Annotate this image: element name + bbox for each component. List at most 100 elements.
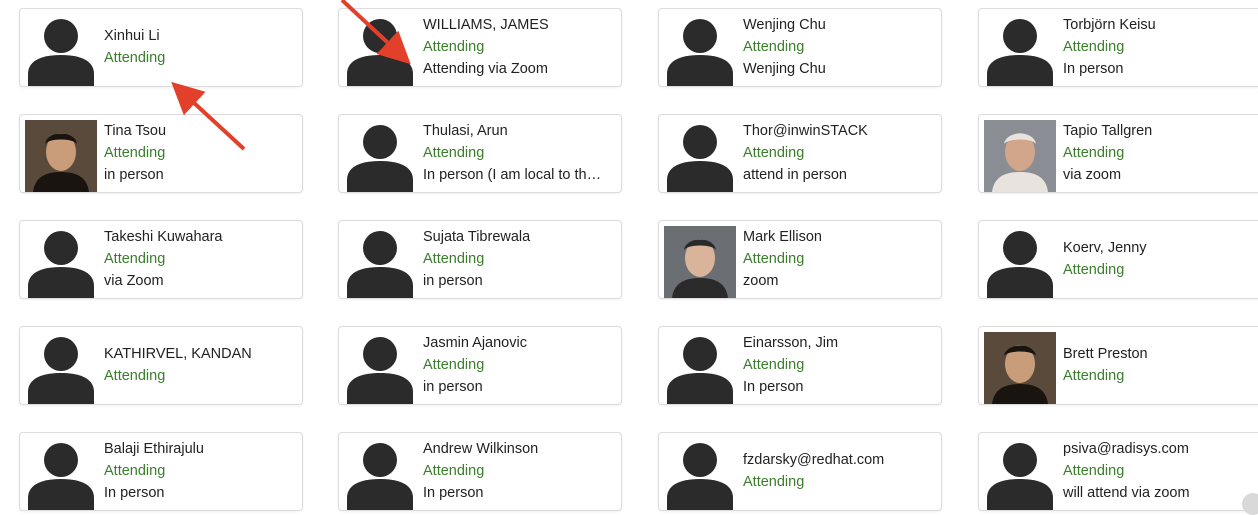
attendee-name: Einarsson, Jim bbox=[743, 334, 935, 353]
attendee-grid: Xinhui Li Attending WILLIAMS, JAMES Atte… bbox=[0, 0, 1258, 509]
avatar-photo bbox=[25, 120, 97, 192]
attendee-card[interactable]: Wenjing Chu Attending Wenjing Chu bbox=[658, 8, 942, 87]
attendee-name: WILLIAMS, JAMES bbox=[423, 16, 615, 35]
attendee-note: in person bbox=[423, 378, 615, 397]
attendee-name: Wenjing Chu bbox=[743, 16, 935, 35]
attendee-name: fzdarsky@redhat.com bbox=[743, 451, 935, 470]
attendee-status: Attending bbox=[104, 144, 296, 163]
attendee-note: Wenjing Chu bbox=[743, 60, 935, 79]
attendee-card[interactable]: Torbjörn Keisu Attending In person bbox=[978, 8, 1258, 87]
attendee-card[interactable]: psiva@radisys.com Attending will attend … bbox=[978, 432, 1258, 511]
attendee-card[interactable]: Brett Preston Attending bbox=[978, 326, 1258, 405]
avatar-photo bbox=[664, 226, 736, 298]
attendee-info: psiva@radisys.com Attending will attend … bbox=[1063, 433, 1255, 510]
attendee-card[interactable]: Xinhui Li Attending bbox=[19, 8, 303, 87]
attendee-info: Balaji Ethirajulu Attending In person bbox=[104, 433, 296, 510]
attendee-note: In person bbox=[423, 484, 615, 503]
attendee-note: via zoom bbox=[1063, 166, 1255, 185]
attendee-note: Attending via Zoom bbox=[423, 60, 615, 79]
attendee-note: will attend via zoom bbox=[1063, 484, 1255, 503]
attendee-info: Takeshi Kuwahara Attending via Zoom bbox=[104, 221, 296, 298]
scroll-indicator[interactable] bbox=[1242, 493, 1258, 515]
attendee-card[interactable]: Mark Ellison Attending zoom bbox=[658, 220, 942, 299]
avatar-silhouette-icon bbox=[25, 14, 97, 86]
attendee-card[interactable]: KATHIRVEL, KANDAN Attending bbox=[19, 326, 303, 405]
attendee-name: KATHIRVEL, KANDAN bbox=[104, 345, 296, 364]
avatar-silhouette-icon bbox=[984, 14, 1056, 86]
attendee-note: zoom bbox=[743, 272, 935, 291]
attendee-status: Attending bbox=[1063, 367, 1255, 386]
attendee-status: Attending bbox=[423, 38, 615, 57]
avatar-silhouette-icon bbox=[664, 332, 736, 404]
attendee-info: Mark Ellison Attending zoom bbox=[743, 221, 935, 298]
attendee-name: Sujata Tibrewala bbox=[423, 228, 615, 247]
attendee-name: Koerv, Jenny bbox=[1063, 239, 1255, 258]
attendee-card[interactable]: Tapio Tallgren Attending via zoom bbox=[978, 114, 1258, 193]
avatar-silhouette-icon bbox=[664, 438, 736, 510]
attendee-card[interactable]: Andrew Wilkinson Attending In person bbox=[338, 432, 622, 511]
attendee-name: Brett Preston bbox=[1063, 345, 1255, 364]
attendee-card[interactable]: Sujata Tibrewala Attending in person bbox=[338, 220, 622, 299]
attendee-status: Attending bbox=[104, 250, 296, 269]
attendee-status: Attending bbox=[1063, 144, 1255, 163]
attendee-name: Andrew Wilkinson bbox=[423, 440, 615, 459]
attendee-info: Koerv, Jenny Attending bbox=[1063, 221, 1255, 298]
attendee-info: Wenjing Chu Attending Wenjing Chu bbox=[743, 9, 935, 86]
attendee-name: Torbjörn Keisu bbox=[1063, 16, 1255, 35]
attendee-name: Tina Tsou bbox=[104, 122, 296, 141]
attendee-status: Attending bbox=[1063, 38, 1255, 57]
avatar-silhouette-icon bbox=[25, 438, 97, 510]
attendee-name: Jasmin Ajanovic bbox=[423, 334, 615, 353]
attendee-card[interactable]: Balaji Ethirajulu Attending In person bbox=[19, 432, 303, 511]
avatar-silhouette-icon bbox=[344, 226, 416, 298]
attendee-status: Attending bbox=[1063, 261, 1255, 280]
avatar-silhouette-icon bbox=[344, 120, 416, 192]
avatar-photo bbox=[984, 332, 1056, 404]
attendee-card[interactable]: Koerv, Jenny Attending bbox=[978, 220, 1258, 299]
attendee-status: Attending bbox=[423, 356, 615, 375]
avatar-silhouette-icon bbox=[664, 120, 736, 192]
avatar-silhouette-icon bbox=[344, 332, 416, 404]
attendee-info: Tapio Tallgren Attending via zoom bbox=[1063, 115, 1255, 192]
attendee-card[interactable]: Thulasi, Arun Attending In person (I am … bbox=[338, 114, 622, 193]
attendee-card[interactable]: WILLIAMS, JAMES Attending Attending via … bbox=[338, 8, 622, 87]
avatar-silhouette-icon bbox=[344, 438, 416, 510]
avatar-photo bbox=[984, 120, 1056, 192]
attendee-info: Einarsson, Jim Attending In person bbox=[743, 327, 935, 404]
attendee-status: Attending bbox=[104, 462, 296, 481]
attendee-card[interactable]: Einarsson, Jim Attending In person bbox=[658, 326, 942, 405]
attendee-name: Xinhui Li bbox=[104, 27, 296, 46]
attendee-info: Sujata Tibrewala Attending in person bbox=[423, 221, 615, 298]
attendee-info: Torbjörn Keisu Attending In person bbox=[1063, 9, 1255, 86]
attendee-card[interactable]: fzdarsky@redhat.com Attending bbox=[658, 432, 942, 511]
attendee-name: Tapio Tallgren bbox=[1063, 122, 1255, 141]
attendee-name: Thulasi, Arun bbox=[423, 122, 615, 141]
attendee-name: Thor@inwinSTACK bbox=[743, 122, 935, 141]
attendee-status: Attending bbox=[743, 38, 935, 57]
attendee-card[interactable]: Jasmin Ajanovic Attending in person bbox=[338, 326, 622, 405]
avatar-silhouette-icon bbox=[984, 226, 1056, 298]
avatar-silhouette-icon bbox=[344, 14, 416, 86]
attendee-note: In person (I am local to th… bbox=[423, 166, 615, 185]
attendee-name: psiva@radisys.com bbox=[1063, 440, 1255, 459]
attendee-info: Thulasi, Arun Attending In person (I am … bbox=[423, 115, 615, 192]
attendee-status: Attending bbox=[423, 250, 615, 269]
attendee-note: via Zoom bbox=[104, 272, 296, 291]
attendee-card[interactable]: Thor@inwinSTACK Attending attend in pers… bbox=[658, 114, 942, 193]
avatar-silhouette-icon bbox=[664, 14, 736, 86]
attendee-name: Balaji Ethirajulu bbox=[104, 440, 296, 459]
attendee-status: Attending bbox=[743, 356, 935, 375]
avatar-silhouette-icon bbox=[25, 332, 97, 404]
attendee-card[interactable]: Takeshi Kuwahara Attending via Zoom bbox=[19, 220, 303, 299]
attendee-status: Attending bbox=[743, 250, 935, 269]
attendee-note: In person bbox=[1063, 60, 1255, 79]
avatar-silhouette-icon bbox=[25, 226, 97, 298]
attendee-status: Attending bbox=[104, 49, 296, 68]
attendee-card[interactable]: Tina Tsou Attending in person bbox=[19, 114, 303, 193]
attendee-status: Attending bbox=[104, 367, 296, 386]
attendee-info: Xinhui Li Attending bbox=[104, 9, 296, 86]
attendee-status: Attending bbox=[743, 144, 935, 163]
attendee-info: Jasmin Ajanovic Attending in person bbox=[423, 327, 615, 404]
attendee-note: in person bbox=[423, 272, 615, 291]
attendee-note: in person bbox=[104, 166, 296, 185]
